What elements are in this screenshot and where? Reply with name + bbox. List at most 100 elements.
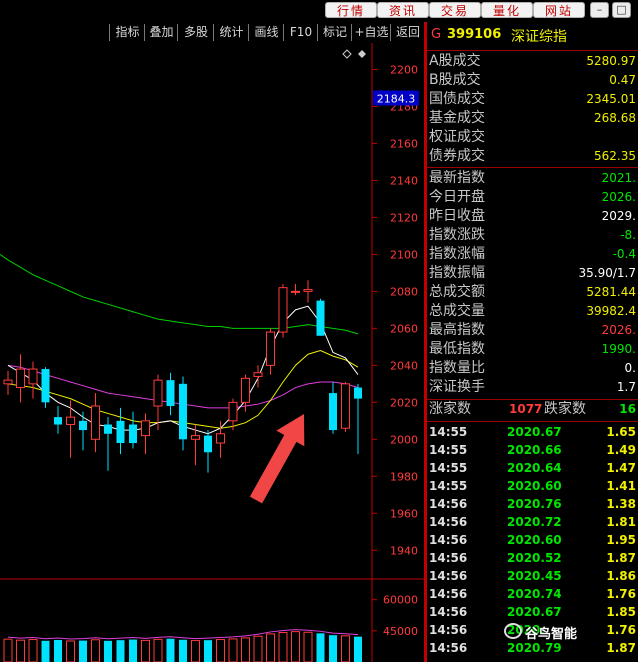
volume-bar: [79, 640, 87, 662]
info-row-value: 0.47: [609, 73, 636, 87]
info-row: 指数振幅 35.90/1.7: [427, 264, 638, 283]
candle-body: [316, 300, 325, 336]
candle-body: [266, 331, 275, 366]
tick-volume: 1.41: [606, 479, 636, 493]
tick-row: 14:56 2020.45 1.86: [427, 567, 638, 585]
price-tick-label: 1940: [390, 544, 418, 557]
trade-button[interactable]: 交易: [429, 2, 481, 18]
tick-row: 14:56 2020.74 1.76: [427, 585, 638, 603]
minimize-icon[interactable]: –: [590, 2, 609, 18]
tick-volume: 1.47: [606, 461, 636, 475]
up-count-label: 涨家数: [429, 401, 471, 417]
multi-stock-button[interactable]: 多股: [177, 24, 214, 41]
volume-bar: [228, 638, 238, 662]
price-tick-label: 1960: [390, 507, 418, 520]
info-row-label: 今日开盘: [429, 189, 485, 205]
info-row: 深证换手 1.7: [427, 378, 638, 397]
volume-bar: [3, 638, 13, 662]
info-row-value: 5280.97: [586, 54, 636, 68]
volume-bar: [104, 640, 112, 662]
tick-price: 2020.67: [507, 605, 562, 619]
tick-volume: 1.49: [606, 443, 636, 457]
info-row-label: 昨日收盘: [429, 208, 485, 224]
info-row-value: 562.35: [594, 149, 636, 163]
tick-volume: 1.95: [606, 533, 636, 547]
candle-body: [116, 420, 125, 444]
tick-volume: 1.87: [606, 551, 636, 565]
candle-body: [179, 383, 187, 440]
overlay-button[interactable]: 叠加: [144, 24, 178, 41]
annotation-arrow-icon: [249, 414, 305, 504]
volume-bar: [141, 639, 150, 662]
tick-volume: 1.38: [606, 497, 636, 511]
volume-bar: [291, 631, 300, 662]
volume-bar: [116, 640, 125, 662]
volume-bar: [216, 639, 225, 662]
info-row-value: 35.90/1.7: [578, 266, 636, 280]
back-button[interactable]: 返回: [390, 24, 425, 41]
volume-bar: [41, 640, 50, 662]
candle-body: [204, 435, 212, 453]
chart-options-icon[interactable]: [342, 49, 366, 59]
volume-bar: [303, 631, 313, 662]
price-tick-label: 2040: [390, 359, 418, 372]
candle-body: [329, 393, 337, 431]
price-scale: 2200218021602140212021002080206020402020…: [372, 63, 419, 638]
website-button[interactable]: 网站: [533, 2, 585, 18]
info-row-label: 指数振幅: [429, 265, 485, 281]
restore-icon[interactable]: □: [612, 2, 631, 18]
chart-toolbar: 指标 叠加 多股 统计 画线 F10 标记 +自选 返回: [0, 22, 424, 43]
info-row-label: A股成交: [429, 53, 481, 69]
price-tick-label: 2020: [390, 396, 418, 409]
volume-bar: [91, 639, 100, 662]
top-navigation-bar: 行情 资讯 交易 量化 网站 – □: [0, 0, 638, 22]
info-row-label: 指数涨幅: [429, 246, 485, 262]
info-row-label: 权证成交: [429, 129, 485, 145]
price-tick-label: 2080: [390, 285, 418, 298]
candle-body: [129, 424, 137, 444]
candle-body: [91, 405, 100, 440]
mark-button[interactable]: 标记: [317, 24, 352, 41]
ma60-line: [0, 253, 359, 335]
chart-grid: [0, 43, 424, 662]
volume-bar: [16, 639, 25, 662]
volume-bar: [354, 636, 362, 662]
volume-bar: [329, 635, 337, 662]
info-row-value: 268.68: [594, 111, 636, 125]
divider: [427, 167, 638, 168]
market-breadth: 涨家数 1077 跌家数 16: [427, 400, 638, 420]
info-row-label: 总成交额: [429, 284, 485, 300]
tick-time: 14:56: [429, 623, 468, 637]
volume-bar: [241, 637, 250, 662]
volume-bar: [166, 638, 175, 662]
candle-body: [253, 372, 263, 377]
draw-line-button[interactable]: 画线: [248, 24, 284, 41]
info-row-value: 1.7: [616, 380, 636, 394]
candles: [3, 280, 362, 473]
quotes-button[interactable]: 行情: [325, 2, 377, 18]
f10-button[interactable]: F10: [283, 24, 318, 41]
candle-body: [66, 416, 75, 426]
tick-volume: 1.87: [606, 641, 636, 655]
quant-button[interactable]: 量化: [481, 2, 533, 18]
up-count-value: 1077: [509, 402, 543, 416]
info-panel-header: G 399106 深证综指: [427, 22, 638, 51]
indicator-button[interactable]: 指标: [109, 24, 145, 41]
candle-body: [54, 417, 62, 425]
candle-body: [291, 290, 300, 293]
candlestick-chart[interactable]: 2200218021602140212021002080206020402020…: [0, 43, 424, 662]
candle-body: [79, 420, 87, 431]
candle-body: [278, 287, 288, 333]
info-row: 最新指数 2021.: [427, 169, 638, 188]
add-watchlist-button[interactable]: +自选: [351, 24, 391, 41]
news-button[interactable]: 资讯: [377, 2, 429, 18]
group-tag: G: [431, 27, 442, 42]
tick-volume: 1.76: [606, 623, 636, 637]
statistics-button[interactable]: 统计: [213, 24, 249, 41]
info-row-label: 债券成交: [429, 148, 485, 164]
volume-bar: [191, 640, 200, 662]
tick-time: 14:56: [429, 533, 468, 547]
info-row-value: 5281.44: [586, 285, 636, 299]
candle-body: [241, 377, 250, 403]
tick-time: 14:56: [429, 497, 468, 511]
